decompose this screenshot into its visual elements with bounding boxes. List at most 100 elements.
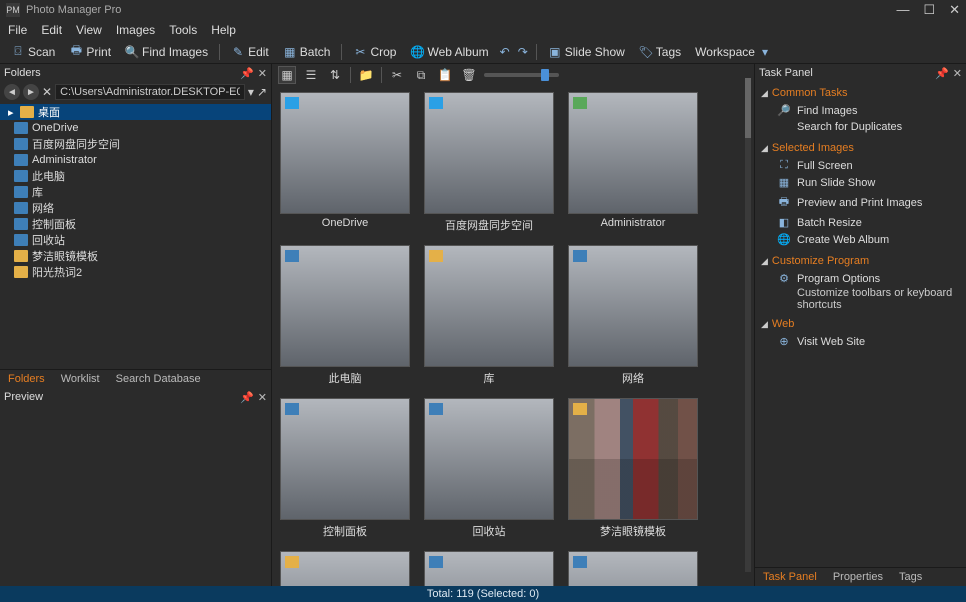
- nav-close-icon[interactable]: ✕: [42, 85, 52, 99]
- zoom-slider-thumb[interactable]: [541, 69, 549, 81]
- folder-button[interactable]: 📁: [357, 66, 375, 84]
- section-web[interactable]: ◢Web: [759, 315, 962, 333]
- tab-tags[interactable]: Tags: [891, 568, 930, 586]
- slide-show-button[interactable]: ▣Slide Show: [545, 43, 628, 61]
- link-program-options[interactable]: ⚙Program Options: [759, 270, 962, 287]
- folder-type-icon: [573, 97, 587, 109]
- maximize-button[interactable]: ☐: [923, 2, 935, 18]
- close-button[interactable]: ✕: [949, 2, 960, 18]
- resize-icon: ◧: [777, 216, 791, 229]
- delete-button[interactable]: 🗑: [460, 66, 478, 84]
- vertical-scrollbar[interactable]: [742, 64, 754, 586]
- paste-button[interactable]: 📋: [436, 66, 454, 84]
- rotate-right-icon[interactable]: ↷: [518, 45, 528, 59]
- path-nav: ◄ ► ✕ ▾ ↗: [0, 82, 271, 102]
- pin-icon[interactable]: 📌: [240, 391, 254, 404]
- print-button[interactable]: 🖶Print: [66, 43, 114, 61]
- close-panel-icon[interactable]: ✕: [258, 67, 267, 80]
- copy-button[interactable]: ⧉: [412, 66, 430, 84]
- link-create-web-album[interactable]: 🌐Create Web Album: [759, 231, 962, 248]
- folder-type-icon: [573, 403, 587, 415]
- tree-item[interactable]: OneDrive: [0, 120, 271, 136]
- web-album-button[interactable]: 🌐Web Album: [407, 43, 491, 61]
- tab-search-database[interactable]: Search Database: [108, 370, 209, 388]
- link-batch-resize[interactable]: ◧Batch Resize: [759, 214, 962, 231]
- sub-customize-toolbars[interactable]: Customize toolbars or keyboard shortcuts: [759, 287, 962, 311]
- edit-button[interactable]: ✎Edit: [228, 43, 272, 61]
- crop-button[interactable]: ✂Crop: [350, 43, 399, 61]
- tab-task-panel[interactable]: Task Panel: [755, 568, 825, 586]
- pin-icon[interactable]: 📌: [935, 67, 949, 80]
- thumbnail-item[interactable]: 百度网盘同步空间: [422, 92, 556, 239]
- link-find-images[interactable]: 🔎Find Images: [759, 102, 962, 119]
- thumbnail-item[interactable]: Administrator: [566, 92, 700, 239]
- close-panel-icon[interactable]: ✕: [953, 67, 962, 80]
- menu-view[interactable]: View: [76, 23, 102, 37]
- tree-item[interactable]: 阳光热词2: [0, 264, 271, 280]
- thumbnail-image: [568, 245, 698, 367]
- tab-worklist[interactable]: Worklist: [53, 370, 108, 388]
- app-title: Photo Manager Pro: [26, 4, 121, 16]
- nav-back-button[interactable]: ◄: [4, 84, 20, 100]
- link-visit-web-site[interactable]: ⊕Visit Web Site: [759, 333, 962, 350]
- thumbnail-label: 库: [484, 367, 495, 392]
- batch-button[interactable]: ▦Batch: [280, 43, 334, 61]
- tree-item[interactable]: 此电脑: [0, 168, 271, 184]
- link-full-screen[interactable]: ⛶Full Screen: [759, 157, 962, 174]
- tree-item[interactable]: Administrator: [0, 152, 271, 168]
- tags-button[interactable]: 🏷Tags: [636, 43, 684, 61]
- workspace-dropdown[interactable]: Workspace▾: [692, 43, 775, 61]
- view-list-button[interactable]: ☰: [302, 66, 320, 84]
- pin-icon[interactable]: 📌: [240, 67, 254, 80]
- thumbnail-item[interactable]: 控制面板: [278, 398, 412, 545]
- link-preview-print[interactable]: 🖶Preview and Print Images: [759, 191, 962, 214]
- zoom-slider[interactable]: [484, 73, 559, 77]
- menu-file[interactable]: File: [8, 23, 27, 37]
- section-customize-program[interactable]: ◢Customize Program: [759, 252, 962, 270]
- tree-item[interactable]: 库: [0, 184, 271, 200]
- tab-properties[interactable]: Properties: [825, 568, 891, 586]
- find-images-button[interactable]: 🔍Find Images: [122, 43, 211, 61]
- view-thumbnails-button[interactable]: ▦: [278, 66, 296, 84]
- path-go-icon[interactable]: ↗: [257, 85, 267, 99]
- sort-button[interactable]: ⇅: [326, 66, 344, 84]
- tab-folders[interactable]: Folders: [0, 370, 53, 388]
- tree-item[interactable]: 百度网盘同步空间: [0, 136, 271, 152]
- menu-images[interactable]: Images: [116, 23, 155, 37]
- cut-button[interactable]: ✂: [388, 66, 406, 84]
- thumbnail-item[interactable]: [566, 551, 700, 586]
- task-body: ◢Common Tasks 🔎Find Images Search for Du…: [755, 82, 966, 567]
- minimize-button[interactable]: ―: [896, 2, 909, 18]
- thumbnail-item[interactable]: OneDrive: [278, 92, 412, 239]
- rotate-left-icon[interactable]: ↶: [500, 45, 510, 59]
- close-panel-icon[interactable]: ✕: [258, 391, 267, 404]
- thumbnail-item[interactable]: [278, 551, 412, 586]
- preview-title: Preview: [4, 391, 43, 403]
- tree-item[interactable]: 控制面板: [0, 216, 271, 232]
- link-run-slide-show[interactable]: ▦Run Slide Show: [759, 174, 962, 191]
- tree-item[interactable]: 梦洁眼镜模板: [0, 248, 271, 264]
- tree-item[interactable]: 网络: [0, 200, 271, 216]
- expand-icon[interactable]: ▸: [8, 106, 16, 119]
- toolbar-separator: [381, 67, 382, 83]
- link-search-duplicates[interactable]: Search for Duplicates: [759, 119, 962, 135]
- scan-button[interactable]: ⌼Scan: [8, 43, 58, 61]
- thumbnail-item[interactable]: 回收站: [422, 398, 556, 545]
- thumbnail-grid[interactable]: OneDrive百度网盘同步空间Administrator 此电脑库 网络控制面板回…: [272, 86, 754, 586]
- nav-forward-button[interactable]: ►: [23, 84, 39, 100]
- path-input[interactable]: [55, 84, 245, 100]
- menu-edit[interactable]: Edit: [41, 23, 62, 37]
- thumbnail-item[interactable]: 网络: [566, 245, 700, 392]
- thumbnail-item[interactable]: 库: [422, 245, 556, 392]
- path-dropdown-icon[interactable]: ▾: [248, 85, 254, 99]
- menu-tools[interactable]: Tools: [169, 23, 197, 37]
- thumbnail-item[interactable]: [422, 551, 556, 586]
- thumbnail-item[interactable]: 梦洁眼镜模板: [566, 398, 700, 545]
- section-common-tasks[interactable]: ◢Common Tasks: [759, 84, 962, 102]
- tree-item-desktop[interactable]: ▸桌面: [0, 104, 271, 120]
- tree-item[interactable]: 回收站: [0, 232, 271, 248]
- section-selected-images[interactable]: ◢Selected Images: [759, 139, 962, 157]
- menu-help[interactable]: Help: [211, 23, 236, 37]
- thumbnail-image: [424, 92, 554, 214]
- thumbnail-item[interactable]: 此电脑: [278, 245, 412, 392]
